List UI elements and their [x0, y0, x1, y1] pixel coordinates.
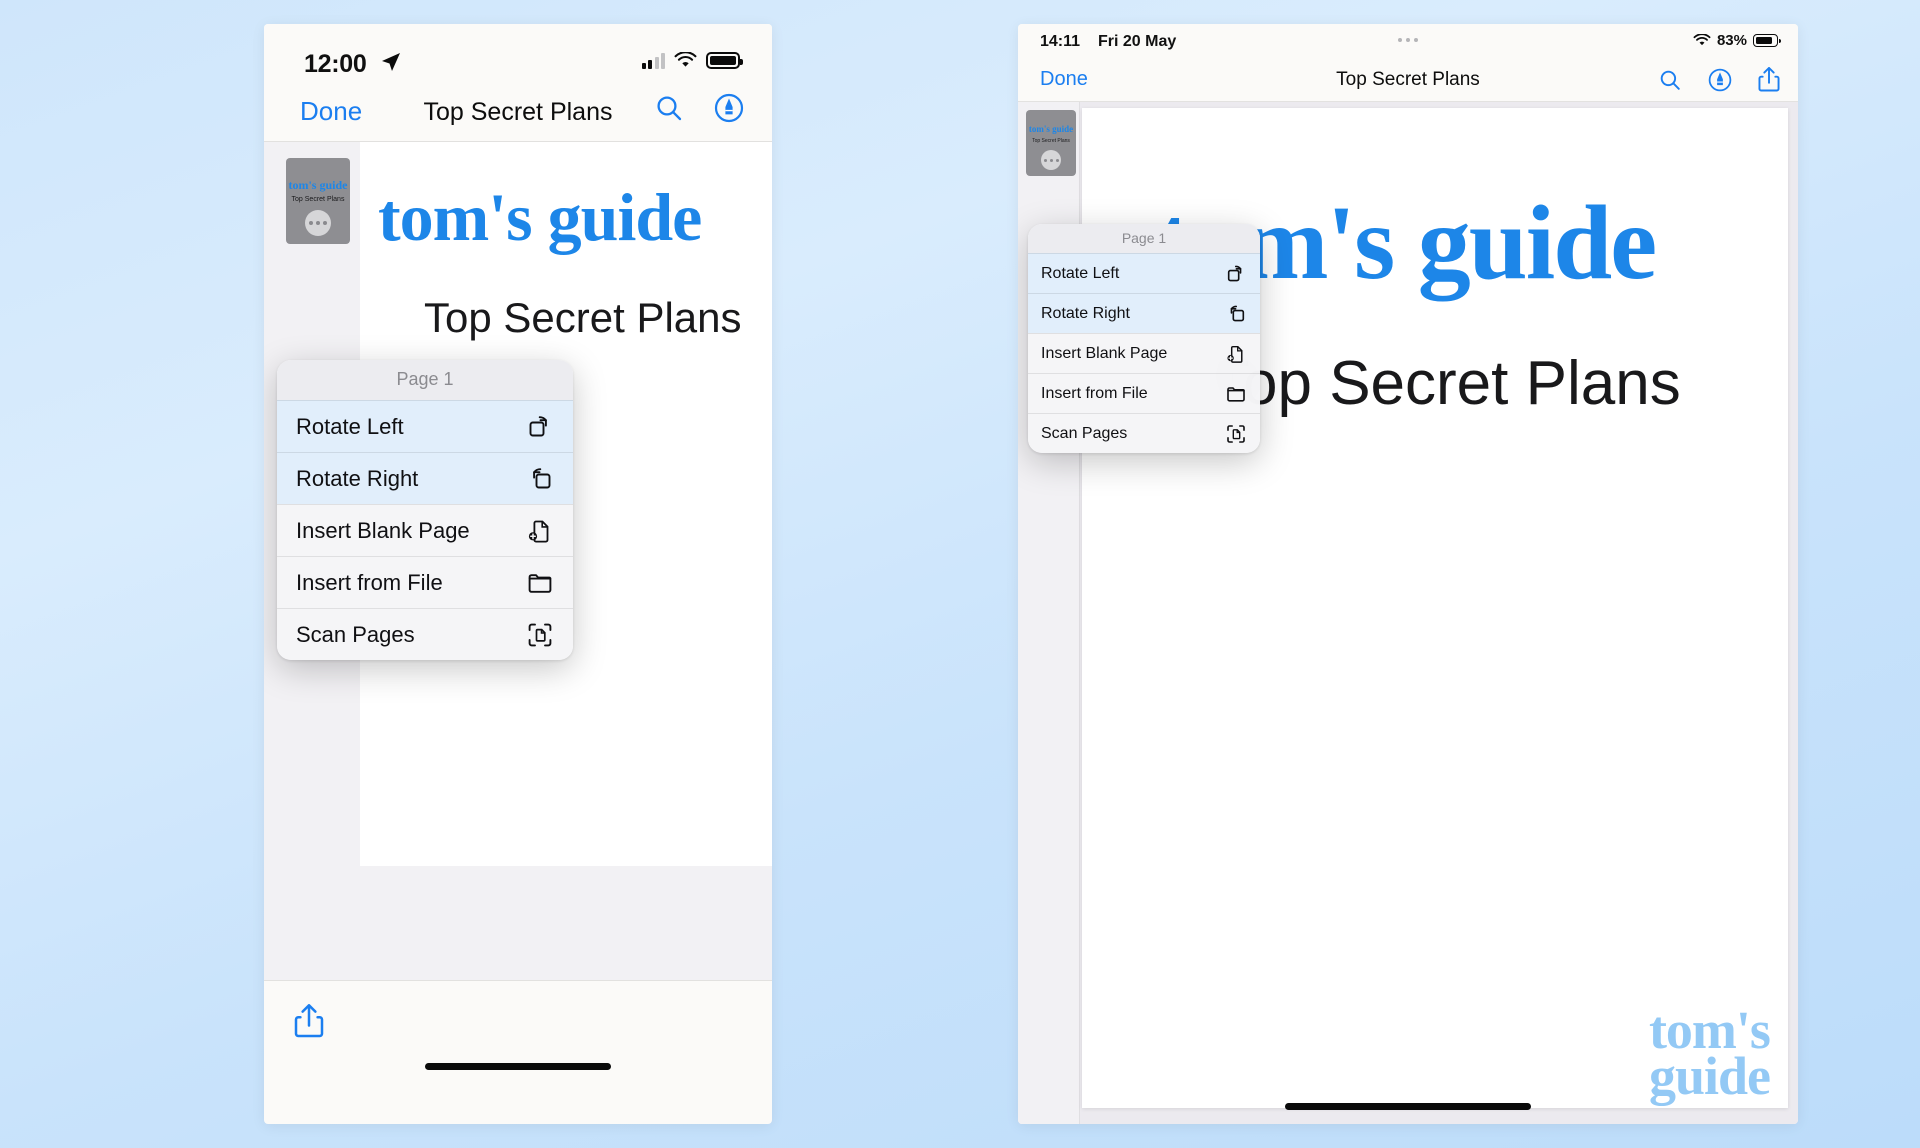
document-subtitle: Top Secret Plans — [424, 294, 742, 341]
menu-item-label: Insert Blank Page — [1041, 344, 1168, 362]
phone-content-area: tom's guide Top Secret Plans tom's guide… — [264, 142, 772, 1084]
thumbnail-brand: tom's guide — [288, 178, 348, 192]
thumbnail-subtitle: Top Secret Plans — [1032, 138, 1070, 144]
insert-blank-page-icon — [1226, 344, 1246, 364]
phone-status-indicators — [641, 52, 743, 69]
menu-item-label: Rotate Left — [296, 413, 404, 439]
search-icon[interactable] — [654, 93, 684, 123]
battery-icon — [1753, 34, 1781, 47]
rotate-right-icon — [1226, 304, 1246, 324]
tablet-content-area: tom's guide Top Secret Plans tom's guide… — [1018, 102, 1798, 1124]
page-context-menu[interactable]: Page 1 Rotate Left Rotate Right Insert B… — [277, 360, 573, 660]
tablet-nav-bar: Done Top Secret Plans — [1018, 58, 1798, 102]
rotate-left-icon — [527, 414, 553, 440]
battery-icon — [706, 52, 743, 69]
home-indicator — [425, 1063, 611, 1070]
document-brand-heading: tom's guide — [378, 179, 702, 255]
location-arrow-icon — [382, 53, 400, 71]
thumbnail-brand: tom's guide — [1028, 124, 1074, 134]
dynamic-island-dots — [1398, 38, 1418, 42]
menu-item-label: Rotate Right — [296, 465, 419, 491]
menu-item-rotate-right[interactable]: Rotate Right — [1028, 293, 1260, 333]
folder-icon — [527, 570, 553, 596]
rotate-left-icon — [1226, 264, 1246, 284]
ipad-screenshot: 14:11 Fri 20 May 83% Done Top Secret Pla… — [1018, 24, 1798, 1124]
tablet-status-time: 14:11 — [1040, 33, 1081, 50]
page-thumbnail-1[interactable]: tom's guide Top Secret Plans — [286, 158, 350, 244]
tablet-status-bar: 14:11 Fri 20 May 83% — [1018, 24, 1798, 58]
menu-item-rotate-left[interactable]: Rotate Left — [277, 400, 573, 452]
tablet-status-indicators: 83% — [1693, 32, 1781, 49]
menu-item-label: Rotate Right — [1041, 304, 1130, 322]
wifi-icon — [674, 52, 697, 67]
more-dots-icon[interactable] — [305, 210, 331, 236]
share-icon[interactable] — [1758, 66, 1780, 93]
cellular-signal-icon — [641, 52, 665, 69]
phone-status-bar: 12:00 — [264, 24, 772, 82]
menu-item-label: Rotate Left — [1041, 264, 1120, 282]
wifi-icon — [1693, 34, 1711, 46]
folder-icon — [1226, 384, 1246, 404]
home-indicator — [1285, 1103, 1531, 1110]
menu-item-scan-pages[interactable]: Scan Pages — [277, 608, 573, 660]
menu-item-insert-blank-page[interactable]: Insert Blank Page — [277, 504, 573, 556]
menu-item-label: Scan Pages — [1041, 424, 1128, 442]
context-menu-header: Page 1 — [1028, 224, 1260, 253]
menu-item-label: Scan Pages — [296, 621, 415, 647]
document-subtitle: Top Secret Plans — [1212, 349, 1681, 418]
page-thumbnail-1[interactable]: tom's guide Top Secret Plans — [1026, 110, 1076, 176]
markup-pen-icon[interactable] — [1708, 68, 1732, 92]
thumbnail-subtitle: Top Secret Plans — [291, 196, 345, 203]
phone-bottom-toolbar — [264, 980, 772, 1084]
menu-item-label: Insert Blank Page — [296, 517, 470, 543]
share-icon[interactable] — [294, 1003, 324, 1039]
menu-item-insert-blank-page[interactable]: Insert Blank Page — [1028, 333, 1260, 373]
rotate-right-icon — [527, 466, 553, 492]
menu-item-rotate-left[interactable]: Rotate Left — [1028, 253, 1260, 293]
markup-pen-icon[interactable] — [714, 93, 744, 123]
page-context-menu[interactable]: Page 1 Rotate Left Rotate Right Insert B… — [1028, 224, 1260, 453]
more-dots-icon[interactable] — [1041, 150, 1061, 170]
tablet-status-date: Fri 20 May — [1098, 33, 1177, 50]
menu-item-scan-pages[interactable]: Scan Pages — [1028, 413, 1260, 453]
phone-status-time: 12:00 — [304, 50, 367, 78]
battery-percent-label: 83% — [1716, 32, 1747, 49]
search-icon[interactable] — [1658, 68, 1682, 92]
menu-item-label: Insert from File — [296, 569, 443, 595]
context-menu-header: Page 1 — [277, 360, 573, 400]
menu-item-insert-from-file[interactable]: Insert from File — [277, 556, 573, 608]
menu-item-insert-from-file[interactable]: Insert from File — [1028, 373, 1260, 413]
menu-item-label: Insert from File — [1041, 384, 1148, 402]
phone-nav-bar: Done Top Secret Plans — [264, 82, 772, 142]
toms-guide-watermark: tom's guide — [1648, 1003, 1771, 1107]
scan-pages-icon — [527, 622, 553, 648]
menu-item-rotate-right[interactable]: Rotate Right — [277, 452, 573, 504]
insert-blank-page-icon — [527, 518, 553, 544]
watermark-line-2: guide — [1648, 1046, 1771, 1107]
iphone-screenshot: 12:00 Done Top Secret Plans tom's guide … — [264, 24, 772, 1124]
scan-pages-icon — [1226, 424, 1246, 444]
